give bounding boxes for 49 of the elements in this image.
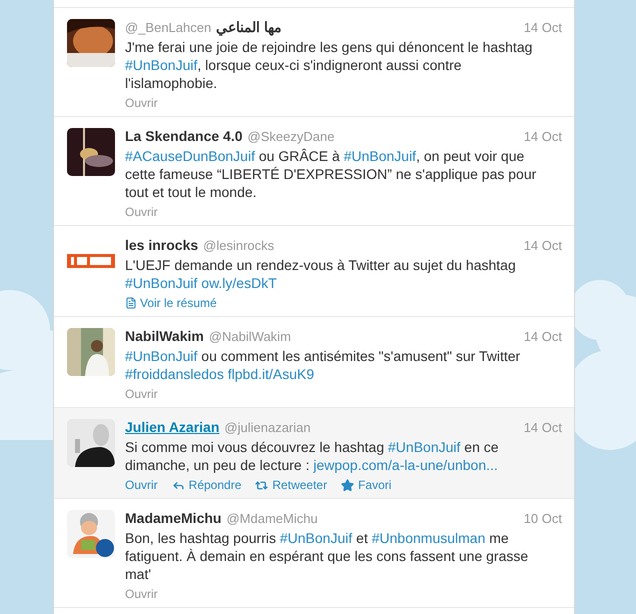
summary-link[interactable]: Voir le résumé bbox=[125, 295, 217, 311]
tweet-date[interactable]: 14 Oct bbox=[524, 327, 562, 346]
tweet-link[interactable]: #UnBonJuif bbox=[125, 348, 198, 364]
author-handle[interactable]: @julienazarian bbox=[224, 418, 311, 438]
retweet-icon bbox=[255, 478, 268, 492]
author-name[interactable]: مها المناعي bbox=[216, 17, 282, 38]
favorite-button[interactable]: Favori bbox=[341, 477, 392, 493]
tweet-date[interactable]: 14 Oct bbox=[524, 418, 562, 438]
author-name[interactable]: MadameMichu bbox=[125, 508, 222, 529]
open-link[interactable]: Ouvrir bbox=[125, 204, 158, 220]
tweet-link[interactable]: jewpop.com/a-la-une/unbon... bbox=[313, 457, 498, 473]
tweet-link[interactable]: #UnBonJuif bbox=[280, 530, 352, 546]
tweet-link[interactable]: #UnBonJuif bbox=[125, 275, 198, 291]
author-handle[interactable]: @NabilWakim bbox=[208, 327, 291, 346]
open-link[interactable]: Ouvrir bbox=[125, 586, 158, 602]
tweet-link[interactable]: #Unbonmusulman bbox=[372, 530, 486, 546]
tweet-link[interactable]: #UnBonJuif bbox=[125, 57, 198, 73]
tweet-text: Si comme moi vous découvrez le hashtag #UnBonJuif en ce dimanche, un peu de lecture : jewpop.com/a-la-une/unbon... bbox=[125, 438, 500, 474]
tweet-link[interactable]: flpbd.it/AsuK9 bbox=[228, 366, 314, 382]
author-name[interactable]: La Skendance 4.0 bbox=[125, 126, 243, 147]
tweet-text: Bon, les hashtag pourris #UnBonJuif et #Unbonmusulman me fatiguent. À demain en espérant que les cons fassent une grasse mat' bbox=[125, 529, 530, 583]
open-link[interactable]: Ouvrir bbox=[125, 95, 158, 111]
tweet-link[interactable]: #froiddansledos bbox=[125, 366, 224, 382]
author-name[interactable]: Julien Azarian bbox=[125, 417, 220, 438]
tweet-text: L'UEJF demande un rendez-vous à Twitter au sujet du hashtag #UnBonJuif ow.ly/esDkT bbox=[125, 256, 517, 292]
tweet-text: J'me ferai une joie de rejoindre les gens qui dénoncent le hashtag #UnBonJuif, lorsque ceux-ci s'indigneront aussi contre l'islamophobie. bbox=[125, 38, 534, 92]
tweet-link[interactable]: #UnBonJuif bbox=[344, 148, 416, 164]
tweet-date[interactable]: 10 Oct bbox=[524, 509, 562, 528]
author-handle[interactable]: @_BenLahcen bbox=[125, 18, 212, 38]
tweet-date[interactable]: 14 Oct bbox=[524, 18, 562, 38]
tweet-link[interactable]: #ACauseDunBonJuif bbox=[125, 148, 255, 164]
tweet-date[interactable]: 14 Oct bbox=[524, 236, 562, 256]
author-name[interactable]: NabilWakim bbox=[125, 326, 204, 347]
author-handle[interactable]: @lesinrocks bbox=[203, 236, 274, 256]
tweet-link[interactable]: #UnBonJuif bbox=[388, 439, 460, 455]
retweet-button[interactable]: Retweeter bbox=[255, 477, 328, 493]
author-handle[interactable]: @SkeezyDane bbox=[248, 127, 334, 146]
document-icon bbox=[125, 297, 137, 309]
reply-button[interactable]: Répondre bbox=[172, 477, 242, 493]
author-name[interactable]: les inrocks bbox=[125, 235, 198, 256]
tweet-text: #UnBonJuif ou comment les antisémites "s'amusent" sur Twitter #froiddansledos flpbd.it/AsuK9 bbox=[125, 347, 522, 383]
open-link[interactable]: Ouvrir bbox=[125, 386, 158, 402]
tweet-text: #ACauseDunBonJuif ou GRÂCE à #UnBonJuif, on peut voir que cette fameuse “LIBERTÉ D'EXPRESSION” ne s'applique pas pour tout et tout le monde. bbox=[125, 147, 538, 201]
tweet-link[interactable]: ow.ly/esDkT bbox=[201, 275, 277, 291]
star-icon bbox=[341, 478, 354, 492]
tweet-date[interactable]: 14 Oct bbox=[524, 127, 562, 146]
open-link[interactable]: Ouvrir bbox=[125, 477, 158, 493]
tweet-item[interactable]: Julien Azarian @julienazarian 14 Oct Si comme moi vous découvrez le hashtag #UnBonJuif en ce dimanche, un peu de lecture : jewpop.com/a-la-une/unbon... Ouvrir Répondre Retweeter Favori bbox=[54, 408, 574, 499]
author-handle[interactable]: @MdameMichu bbox=[226, 509, 318, 528]
